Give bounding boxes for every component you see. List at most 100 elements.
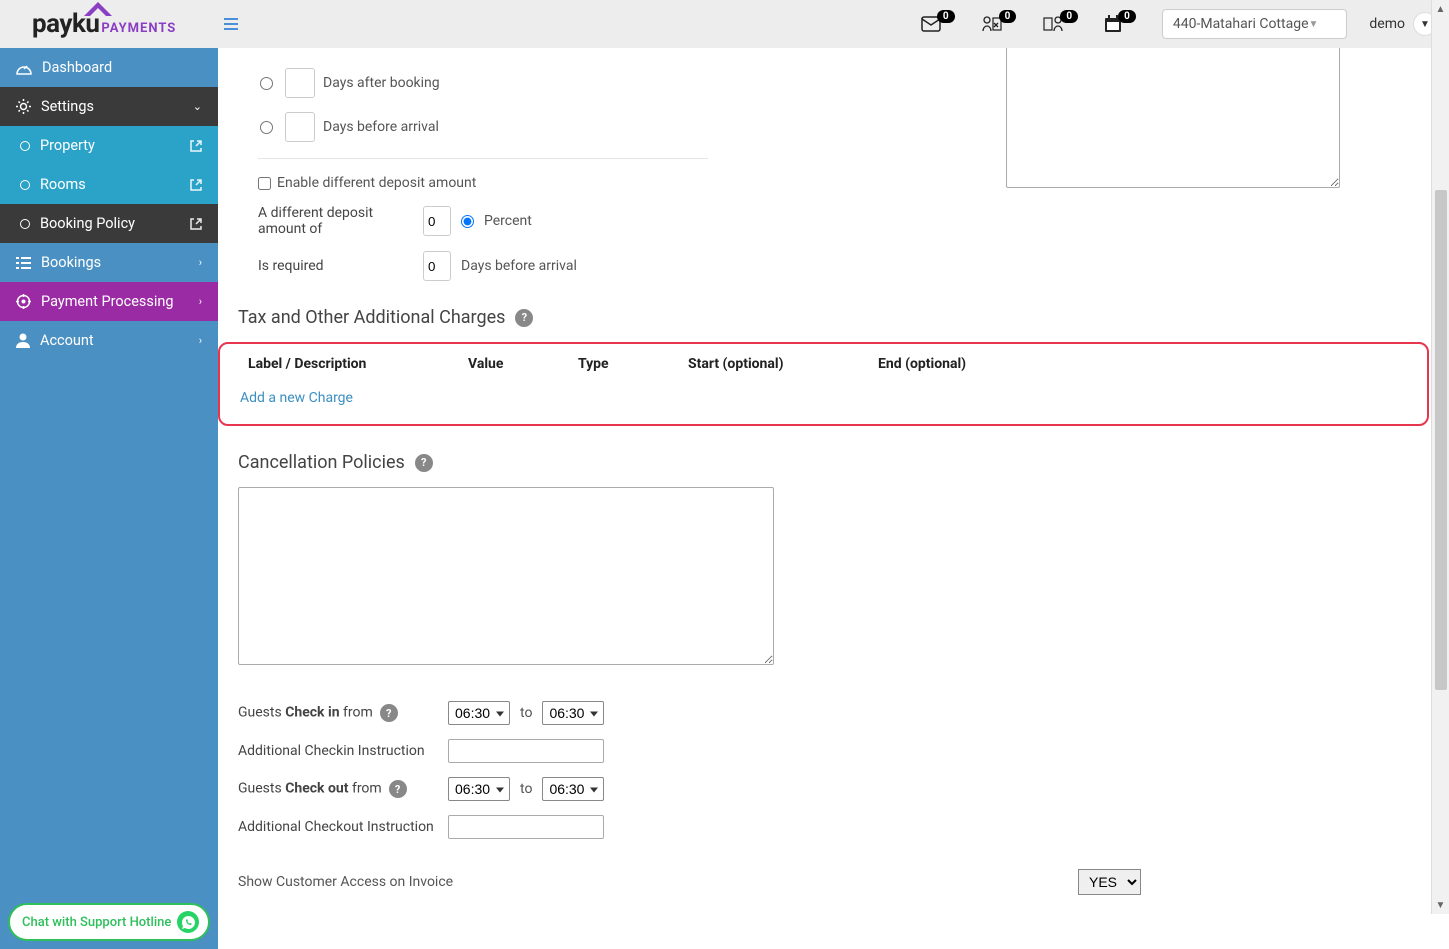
sidebar-label: Booking Policy [40, 215, 135, 232]
checkout-from-select[interactable]: 06:30 [448, 777, 510, 801]
enable-different-deposit-checkbox[interactable] [258, 177, 271, 190]
guests-text: Guests [238, 705, 285, 721]
tax-section-title: Tax and Other Additional Charges ? [238, 307, 1429, 328]
external-link-icon [190, 140, 202, 152]
checkout-to-select[interactable]: 06:30 [542, 777, 604, 801]
is-required-suffix: Days before arrival [461, 258, 577, 274]
sidebar: Dashboard Settings ⌄ Property Rooms Book… [0, 48, 218, 949]
cancellation-title-text: Cancellation Policies [238, 452, 405, 473]
target-icon [16, 294, 31, 309]
is-required-row: Is required Days before arrival [258, 251, 1429, 281]
sidebar-item-settings[interactable]: Settings ⌄ [0, 87, 218, 126]
add-charge-link[interactable]: Add a new Charge [228, 390, 1419, 406]
bullet-icon [20, 180, 30, 190]
col-value: Value [468, 356, 518, 372]
col-label: Label / Description [248, 356, 408, 372]
checkouts-today[interactable]: 0 [1042, 15, 1082, 33]
sidebar-item-property[interactable]: Property [0, 126, 218, 165]
days-after-radio[interactable] [260, 77, 273, 90]
dashboard-icon [16, 61, 32, 75]
col-end: End (optional) [878, 356, 1008, 372]
checkin-from-select[interactable]: 06:30 [448, 701, 510, 725]
is-required-input[interactable] [423, 251, 451, 281]
addl-checkin-row: Additional Checkin Instruction [238, 739, 1429, 763]
cancellation-section-title: Cancellation Policies ? [238, 452, 1429, 473]
checkout-badge: 0 [1060, 10, 1078, 23]
tax-title-text: Tax and Other Additional Charges [238, 307, 505, 328]
bullet-icon [20, 141, 30, 151]
checkout-row: Guests Check out from ? 06:30 to 06:30 [238, 777, 1429, 801]
chevron-right-icon: › [199, 256, 202, 269]
gear-icon [16, 99, 31, 114]
notes-textarea[interactable] [1006, 48, 1340, 188]
invoice-access-select[interactable]: YES [1078, 869, 1141, 895]
different-deposit-input[interactable] [423, 206, 451, 236]
property-selected: 440-Matahari Cottage [1173, 16, 1309, 32]
help-icon[interactable]: ? [389, 780, 407, 798]
chat-label: Chat with Support Hotline [22, 915, 171, 930]
help-icon[interactable]: ? [415, 454, 433, 472]
days-after-input[interactable] [285, 68, 315, 98]
chevron-right-icon: › [199, 295, 202, 308]
checkin-to-select[interactable]: 06:30 [542, 701, 604, 725]
col-type: Type [578, 356, 628, 372]
user-menu[interactable]: demo ▼ [1369, 12, 1437, 36]
bullet-icon [20, 219, 30, 229]
addl-checkout-input[interactable] [448, 815, 604, 839]
topbar-right: 0 0 0 0 440-Matahari Cottage ▼ demo ▼ [921, 9, 1437, 39]
sidebar-item-rooms[interactable]: Rooms [0, 165, 218, 204]
list-icon [16, 257, 31, 269]
user-label: demo [1369, 16, 1405, 32]
sidebar-item-bookings[interactable]: Bookings › [0, 243, 218, 282]
help-icon[interactable]: ? [515, 309, 533, 327]
sidebar-item-booking-policy[interactable]: Booking Policy [0, 204, 218, 243]
checkin-badge: 0 [999, 10, 1017, 23]
main-content: Days after booking Days before arrival E… [218, 48, 1449, 949]
external-link-icon [190, 218, 202, 230]
days-before-label: Days before arrival [323, 119, 439, 135]
checkin-row: Guests Check in from ? 06:30 to 06:30 [238, 701, 1429, 725]
guests-text: Guests [238, 781, 285, 797]
days-before-radio[interactable] [260, 121, 273, 134]
addl-checkout-row: Additional Checkout Instruction [238, 815, 1429, 839]
days-before-input[interactable] [285, 112, 315, 142]
percent-label: Percent [484, 213, 532, 229]
vertical-scrollbar[interactable]: ▲ ▼ [1431, 0, 1449, 914]
from-text: from [348, 781, 381, 797]
to-label: to [520, 705, 532, 721]
addl-checkin-input[interactable] [448, 739, 604, 763]
sidebar-toggle[interactable] [224, 15, 238, 34]
scroll-up-arrow[interactable]: ▲ [1432, 0, 1449, 18]
tax-table-header: Label / Description Value Type Start (op… [228, 356, 1419, 372]
property-selector[interactable]: 440-Matahari Cottage ▼ [1162, 9, 1348, 39]
tax-charges-highlight: Label / Description Value Type Start (op… [218, 342, 1429, 426]
sidebar-item-account[interactable]: Account › [0, 321, 218, 360]
invoice-access-row: Show Customer Access on Invoice YES [238, 869, 1429, 895]
topbar: payku PAYMENTS 0 0 0 0 440-Matahari Cott… [0, 0, 1449, 48]
sidebar-item-dashboard[interactable]: Dashboard [0, 48, 218, 87]
sidebar-label: Payment Processing [41, 293, 174, 310]
percent-radio[interactable] [461, 215, 474, 228]
scroll-down-arrow[interactable]: ▼ [1432, 896, 1449, 914]
sidebar-label: Bookings [41, 254, 101, 271]
mail-notifications[interactable]: 0 [921, 16, 959, 32]
enable-different-deposit-label: Enable different deposit amount [277, 175, 476, 191]
sidebar-label: Account [40, 332, 94, 349]
caret-down-icon: ▼ [1309, 19, 1319, 30]
scroll-thumb[interactable] [1435, 190, 1447, 690]
col-start: Start (optional) [688, 356, 818, 372]
chat-support-button[interactable]: Chat with Support Hotline [8, 903, 210, 941]
from-text: from [340, 705, 373, 721]
addl-checkout-label: Additional Checkout Instruction [238, 819, 438, 835]
calendar-notifications[interactable]: 0 [1104, 15, 1140, 33]
invoice-access-label: Show Customer Access on Invoice [238, 874, 1068, 890]
calendar-badge: 0 [1118, 10, 1136, 23]
sidebar-label: Settings [41, 98, 94, 115]
chevron-down-icon: ⌄ [193, 100, 202, 113]
help-icon[interactable]: ? [380, 704, 398, 722]
cancellation-textarea[interactable] [238, 487, 774, 665]
sidebar-item-payment-processing[interactable]: Payment Processing › [0, 282, 218, 321]
different-deposit-row: A different deposit amount of Percent [258, 205, 1429, 237]
checkins-today[interactable]: 0 [981, 15, 1021, 33]
whatsapp-icon [177, 911, 199, 933]
